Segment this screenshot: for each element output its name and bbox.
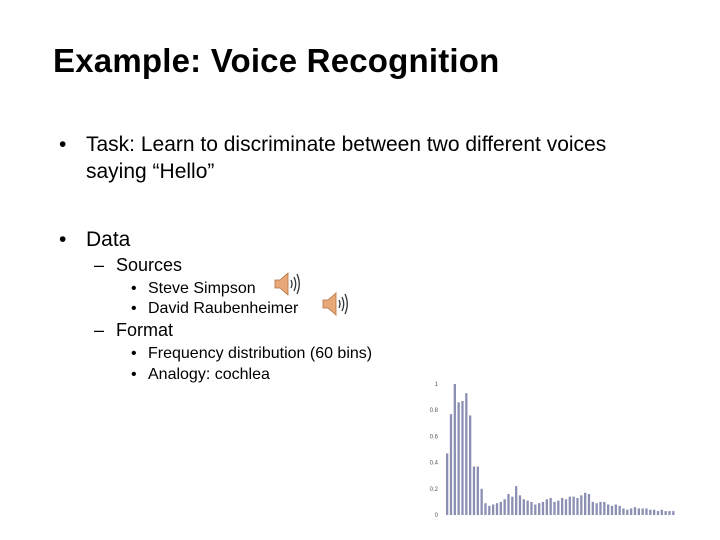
- y-tick-label: 1: [435, 382, 439, 388]
- bullet-task: • Task: Learn to discriminate between tw…: [59, 131, 646, 185]
- chart-bar: [580, 495, 583, 515]
- chart-bar: [534, 504, 537, 515]
- sub-bullet-marker: –: [94, 320, 105, 340]
- chart-bar: [461, 401, 464, 515]
- y-tick-label: 0.2: [430, 487, 439, 493]
- chart-bar: [488, 505, 491, 515]
- chart-bar: [526, 500, 529, 515]
- chart-bar: [645, 508, 648, 515]
- chart-bar: [572, 496, 575, 515]
- chart-bar: [465, 393, 468, 515]
- chart-bar: [518, 495, 522, 515]
- chart-bar: [614, 504, 617, 515]
- chart-bar: [637, 508, 640, 515]
- chart-bar: [626, 509, 629, 515]
- chart-bar: [568, 496, 571, 515]
- speaker-icon[interactable]: [320, 290, 350, 318]
- chart-bar: [476, 466, 479, 515]
- chart-bar: [541, 501, 545, 515]
- item-text: David Raubenheimer: [148, 300, 299, 317]
- chart-bar: [530, 501, 533, 515]
- source-item-steve: • Steve Simpson: [131, 278, 256, 299]
- chart-bar: [472, 466, 476, 515]
- frequency-distribution-chart: 0 0.2 0.4 0.6 0.8 1: [430, 382, 675, 519]
- chart-bar: [656, 511, 660, 515]
- chart-bar: [457, 402, 460, 515]
- chart-bar: [449, 414, 453, 515]
- item-marker: •: [131, 300, 137, 317]
- chart-bar: [484, 503, 487, 515]
- slide-title: Example: Voice Recognition: [53, 42, 500, 79]
- y-tick-label: 0: [435, 513, 439, 519]
- chart-bar: [469, 415, 472, 515]
- chart-bar: [553, 501, 556, 515]
- sub-bullet-format: – Format: [94, 319, 174, 341]
- item-text: Steve Simpson: [148, 280, 256, 297]
- chart-bar: [576, 497, 579, 515]
- source-item-david: • David Raubenheimer: [131, 298, 299, 319]
- chart-bar: [610, 505, 614, 515]
- chart-bar: [584, 492, 587, 515]
- chart-bar: [587, 494, 591, 515]
- chart-bar: [492, 504, 495, 515]
- bullet-marker: •: [59, 228, 67, 251]
- chart-bar: [545, 499, 548, 515]
- chart-bar: [618, 505, 621, 515]
- speaker-icon[interactable]: [272, 270, 302, 298]
- chart-bar: [630, 508, 633, 515]
- item-text: Analogy: cochlea: [148, 366, 270, 383]
- y-tick-label: 0.8: [430, 408, 439, 414]
- chart-bar: [622, 508, 625, 515]
- slide: Example: Voice Recognition • Task: Learn…: [0, 0, 720, 540]
- chart-bar: [595, 503, 598, 515]
- bullet-text: Data: [86, 228, 131, 251]
- chart-bar: [446, 453, 449, 515]
- chart-bar: [495, 503, 499, 515]
- chart-bar: [664, 511, 667, 515]
- chart-bar: [499, 501, 502, 515]
- bullet-marker: •: [59, 133, 67, 156]
- y-tick-label: 0.6: [430, 434, 439, 440]
- chart-bar: [561, 497, 564, 515]
- chart-bar: [633, 507, 637, 515]
- chart-bar: [653, 509, 656, 515]
- chart-bar: [660, 509, 663, 515]
- chart-bar: [649, 509, 652, 515]
- y-tick-label: 0.4: [430, 461, 439, 467]
- chart-bar: [672, 511, 675, 515]
- bullet-data: • Data: [59, 226, 131, 253]
- format-item-analogy: • Analogy: cochlea: [131, 364, 270, 385]
- chart-bar: [607, 504, 610, 515]
- chart-bar: [564, 499, 568, 515]
- item-marker: •: [131, 366, 137, 383]
- sub-bullet-text: Format: [116, 320, 174, 340]
- chart-bar: [503, 499, 506, 515]
- format-item-frequency: • Frequency distribution (60 bins): [131, 343, 373, 364]
- bullet-text: Task: Learn to discriminate between two …: [86, 133, 607, 183]
- chart-bar: [549, 497, 552, 515]
- chart-bar: [641, 508, 644, 515]
- chart-bar: [591, 501, 594, 515]
- chart-bar: [480, 488, 483, 515]
- item-text: Frequency distribution (60 bins): [148, 345, 373, 362]
- chart-bar: [603, 501, 606, 515]
- chart-bar: [557, 500, 560, 515]
- item-marker: •: [131, 345, 137, 362]
- chart-bar: [515, 486, 518, 515]
- sub-bullet-text: Sources: [116, 255, 183, 275]
- sub-bullet-marker: –: [94, 255, 105, 275]
- item-marker: •: [131, 280, 137, 297]
- chart-bar: [599, 501, 602, 515]
- chart-bar: [511, 496, 514, 515]
- chart-bar: [538, 503, 541, 515]
- chart-bar: [507, 494, 510, 515]
- chart-bar: [522, 499, 525, 515]
- chart-bar: [453, 384, 456, 515]
- chart-bar: [668, 511, 671, 515]
- sub-bullet-sources: – Sources: [94, 254, 183, 276]
